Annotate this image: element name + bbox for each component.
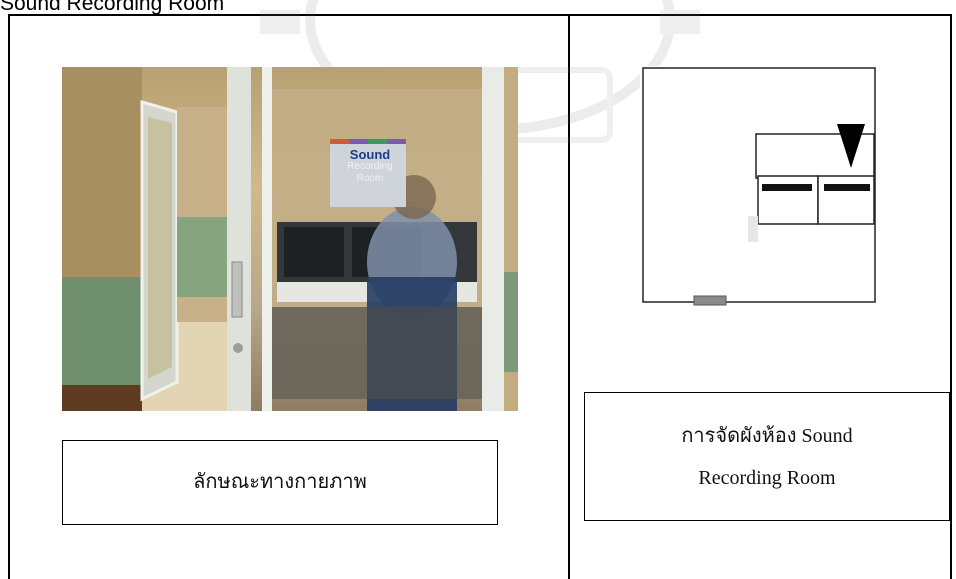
physical-characteristics-caption: ลักษณะทางกายภาพ (62, 440, 498, 525)
sound-recording-room-sign: Sound Recording Room (332, 147, 408, 185)
caption-right-line1: การจัดผังห้อง Sound (681, 425, 853, 447)
room-layout-caption: การจัดผังห้อง Sound Recording Room (584, 392, 950, 521)
floor-plan-drawing (642, 67, 876, 306)
room-photo-drawing (62, 67, 518, 411)
caption-right-line2: Recording Room (698, 467, 836, 489)
table-top-border (8, 14, 952, 16)
sign-subtitle-line2: Room (356, 173, 384, 184)
room-photo: Sound Recording Room (62, 67, 518, 411)
caption-left-text: ลักษณะทางกายภาพ (193, 471, 367, 493)
sign-subtitle-line1: Recording (347, 161, 393, 172)
floor-plan (640, 66, 878, 312)
table-right-border (950, 14, 952, 579)
sign-title: Sound (349, 147, 391, 162)
table-column-divider (568, 14, 570, 579)
table-left-border (8, 14, 10, 579)
